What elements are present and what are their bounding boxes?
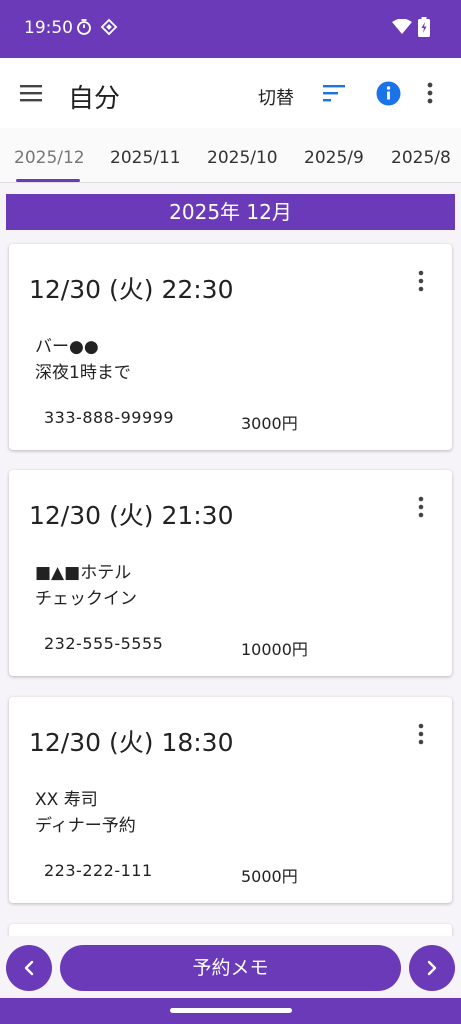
status-bar: 19:50 <box>0 0 461 58</box>
card-more-icon[interactable] <box>417 496 425 522</box>
tab-2025-8[interactable]: 2025/8 <box>391 148 451 168</box>
app-bar: 自分 切替 <box>0 58 461 128</box>
more-options-icon[interactable] <box>426 81 434 109</box>
tab-2025-10[interactable]: 2025/10 <box>207 148 278 168</box>
entry-datetime: 12/30 (火) 21:30 <box>29 501 234 530</box>
battery-icon <box>418 17 430 41</box>
entry-note: 深夜1時まで <box>35 363 131 383</box>
tab-indicator <box>16 179 80 182</box>
status-time: 19:50 <box>24 18 73 38</box>
entry-card[interactable]: 12/30 (火) 22:30 バー●● 深夜1時まで 333-888-9999… <box>9 244 452 450</box>
entry-price: 3000円 <box>241 414 298 433</box>
month-header: 2025年 12月 <box>6 194 455 230</box>
tab-2025-12[interactable]: 2025/12 <box>14 148 85 168</box>
entry-datetime: 12/30 (火) 18:30 <box>29 728 234 757</box>
entry-title: バー●● <box>35 337 99 357</box>
switch-button[interactable]: 切替 <box>258 84 294 110</box>
prev-month-button[interactable] <box>6 945 52 991</box>
entry-title: XX 寿司 <box>35 790 98 810</box>
info-icon[interactable] <box>376 81 401 110</box>
reservation-memo-button[interactable]: 予約メモ <box>60 945 401 991</box>
entry-note: ディナー予約 <box>35 816 136 836</box>
entry-title: ■▲■ホテル <box>35 563 132 583</box>
entry-phone: 223-222-111 <box>44 861 153 880</box>
system-nav-bar <box>0 998 461 1024</box>
card-more-icon[interactable] <box>417 270 425 296</box>
card-more-icon[interactable] <box>417 723 425 749</box>
home-gesture-handle[interactable] <box>170 1008 292 1013</box>
entry-datetime: 12/30 (火) 22:30 <box>29 275 234 304</box>
diamond-icon <box>100 18 118 40</box>
entry-price: 5000円 <box>241 867 298 886</box>
page-title: 自分 <box>68 84 121 114</box>
entry-note: チェックイン <box>35 589 137 609</box>
timer-icon <box>76 18 92 40</box>
next-month-button[interactable] <box>409 945 455 991</box>
month-tabs: 2025/12 2025/11 2025/10 2025/9 2025/8 <box>0 128 461 183</box>
entry-phone: 232-555-5555 <box>44 634 164 653</box>
entry-card[interactable]: 12/30 (火) 21:30 ■▲■ホテル チェックイン 232-555-55… <box>9 470 452 676</box>
tab-2025-9[interactable]: 2025/9 <box>304 148 364 168</box>
chevron-right-icon <box>427 960 437 976</box>
entry-price: 10000円 <box>241 640 308 659</box>
entry-phone: 333-888-99999 <box>44 408 175 427</box>
sort-icon[interactable] <box>322 82 346 108</box>
menu-icon[interactable] <box>18 80 44 106</box>
entry-card[interactable]: 12/30 (火) 18:30 XX 寿司 ディナー予約 223-222-111… <box>9 697 452 903</box>
tab-2025-11[interactable]: 2025/11 <box>110 148 181 168</box>
wifi-icon <box>392 18 412 39</box>
chevron-left-icon <box>24 960 34 976</box>
